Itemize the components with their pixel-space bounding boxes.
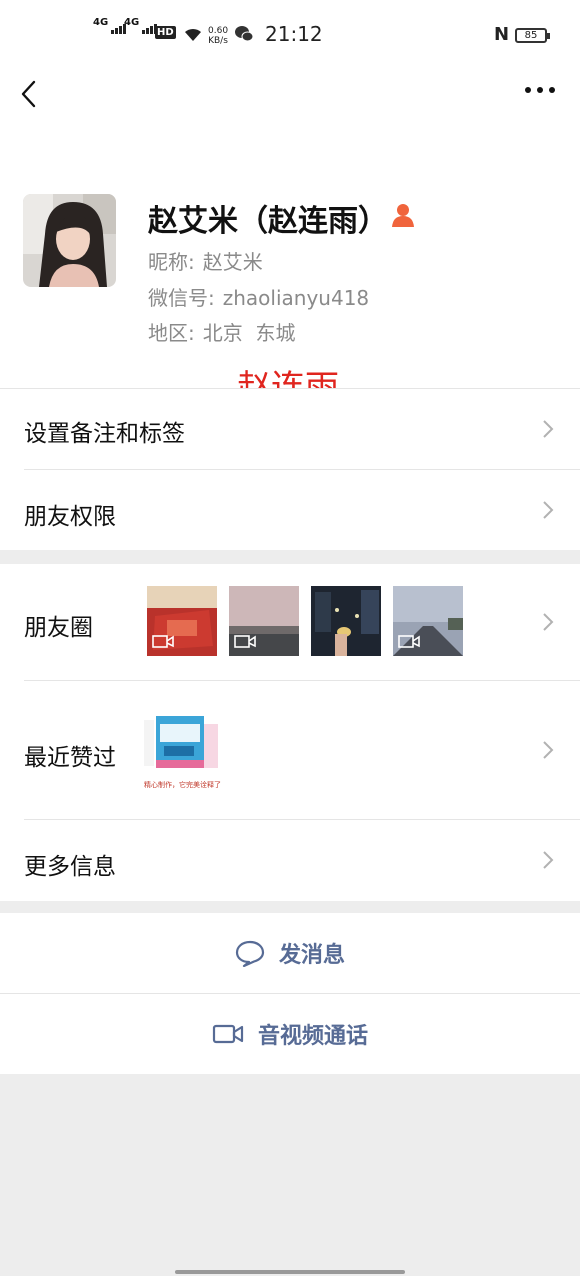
video-call-label: 音视频通话 (257, 1024, 368, 1049)
row-recent-likes-label: 最近赞过 (24, 745, 116, 771)
chevron-right-icon (543, 741, 554, 759)
nickname-label: 昵称: (148, 250, 195, 274)
row-recent-likes[interactable]: 最近赞过 精心制作，它完美诠释了! (0, 680, 580, 819)
chevron-right-icon (543, 501, 554, 519)
profile-header: 赵艾米（赵连雨） 昵称: 赵艾米 微信号: zhaolianyu418 地区: 北京 … (0, 130, 580, 408)
moment-thumb-3[interactable] (311, 586, 381, 656)
nickname-value: 赵艾米 (202, 250, 263, 274)
chevron-right-icon (543, 851, 554, 869)
wechat-id-line[interactable]: 微信号: zhaolianyu418 (148, 282, 369, 311)
clock: 21:12 (265, 22, 323, 46)
moments-group: 朋友圈 最近赞过 精心制作，它完美诠释了! 更多信息 (0, 564, 580, 901)
video-call-button[interactable]: 音视频通话 (0, 994, 580, 1074)
display-name: 赵艾米（赵连雨） (148, 204, 388, 239)
network-speed: 0.60 KB/s (208, 26, 228, 46)
wifi-icon (185, 28, 201, 41)
hd-icon: HD (155, 26, 176, 39)
network-speed-value: 0.60 (208, 26, 229, 36)
moment-thumb-2[interactable] (229, 586, 299, 656)
recent-like-image (144, 716, 218, 768)
send-message-label: 发消息 (278, 943, 345, 968)
chat-bubble-icon (235, 940, 265, 967)
status-bar: 4G 4G HD 0.60 KB/s 21:12 N 85 (0, 0, 580, 70)
top-nav (0, 70, 580, 130)
moment-thumb-1[interactable] (147, 586, 217, 656)
signal-1-icon: 4G (93, 18, 127, 34)
back-icon[interactable] (18, 76, 48, 112)
row-moments-label: 朋友圈 (24, 615, 93, 641)
wechat-notification-icon (235, 26, 254, 42)
region-value: 北京 东城 (202, 321, 296, 345)
network-speed-unit: KB/s (208, 36, 228, 46)
avatar[interactable] (23, 194, 116, 287)
signal-2-icon: 4G (124, 18, 158, 34)
recent-like-caption: 精心制作，它完美诠释了! (144, 781, 222, 789)
region-label: 地区: (148, 321, 195, 345)
battery-level: 85 (524, 30, 538, 41)
nfc-icon: N (494, 24, 510, 45)
home-indicator[interactable] (175, 1270, 405, 1274)
video-camera-icon (212, 1024, 244, 1044)
recent-like-thumb[interactable]: 精心制作，它完美诠释了! (144, 714, 222, 794)
chevron-right-icon (543, 420, 554, 438)
moment-thumb-4[interactable] (393, 586, 463, 656)
user-badge-icon (392, 204, 414, 227)
row-more-info-label: 更多信息 (24, 854, 116, 880)
wechat-id-label: 微信号: (148, 286, 215, 310)
row-remark-tags-label: 设置备注和标签 (24, 421, 185, 447)
signal-2-tag: 4G (124, 17, 140, 28)
row-permissions-label: 朋友权限 (24, 504, 116, 530)
battery-icon: 85 (515, 28, 550, 43)
row-permissions[interactable]: 朋友权限 (0, 469, 580, 550)
signal-1-tag: 4G (93, 17, 109, 28)
row-remark-tags[interactable]: 设置备注和标签 (0, 388, 580, 469)
wechat-id-value: zhaolianyu418 (222, 286, 370, 310)
nickname-line: 昵称: 赵艾米 (148, 246, 263, 275)
row-moments[interactable]: 朋友圈 (0, 564, 580, 680)
settings-group: 设置备注和标签 朋友权限 (0, 388, 580, 550)
chevron-right-icon (543, 613, 554, 631)
row-more-info[interactable]: 更多信息 (0, 819, 580, 901)
region-line: 地区: 北京 东城 (148, 317, 295, 346)
send-message-button[interactable]: 发消息 (0, 913, 580, 993)
more-icon[interactable] (522, 80, 558, 100)
